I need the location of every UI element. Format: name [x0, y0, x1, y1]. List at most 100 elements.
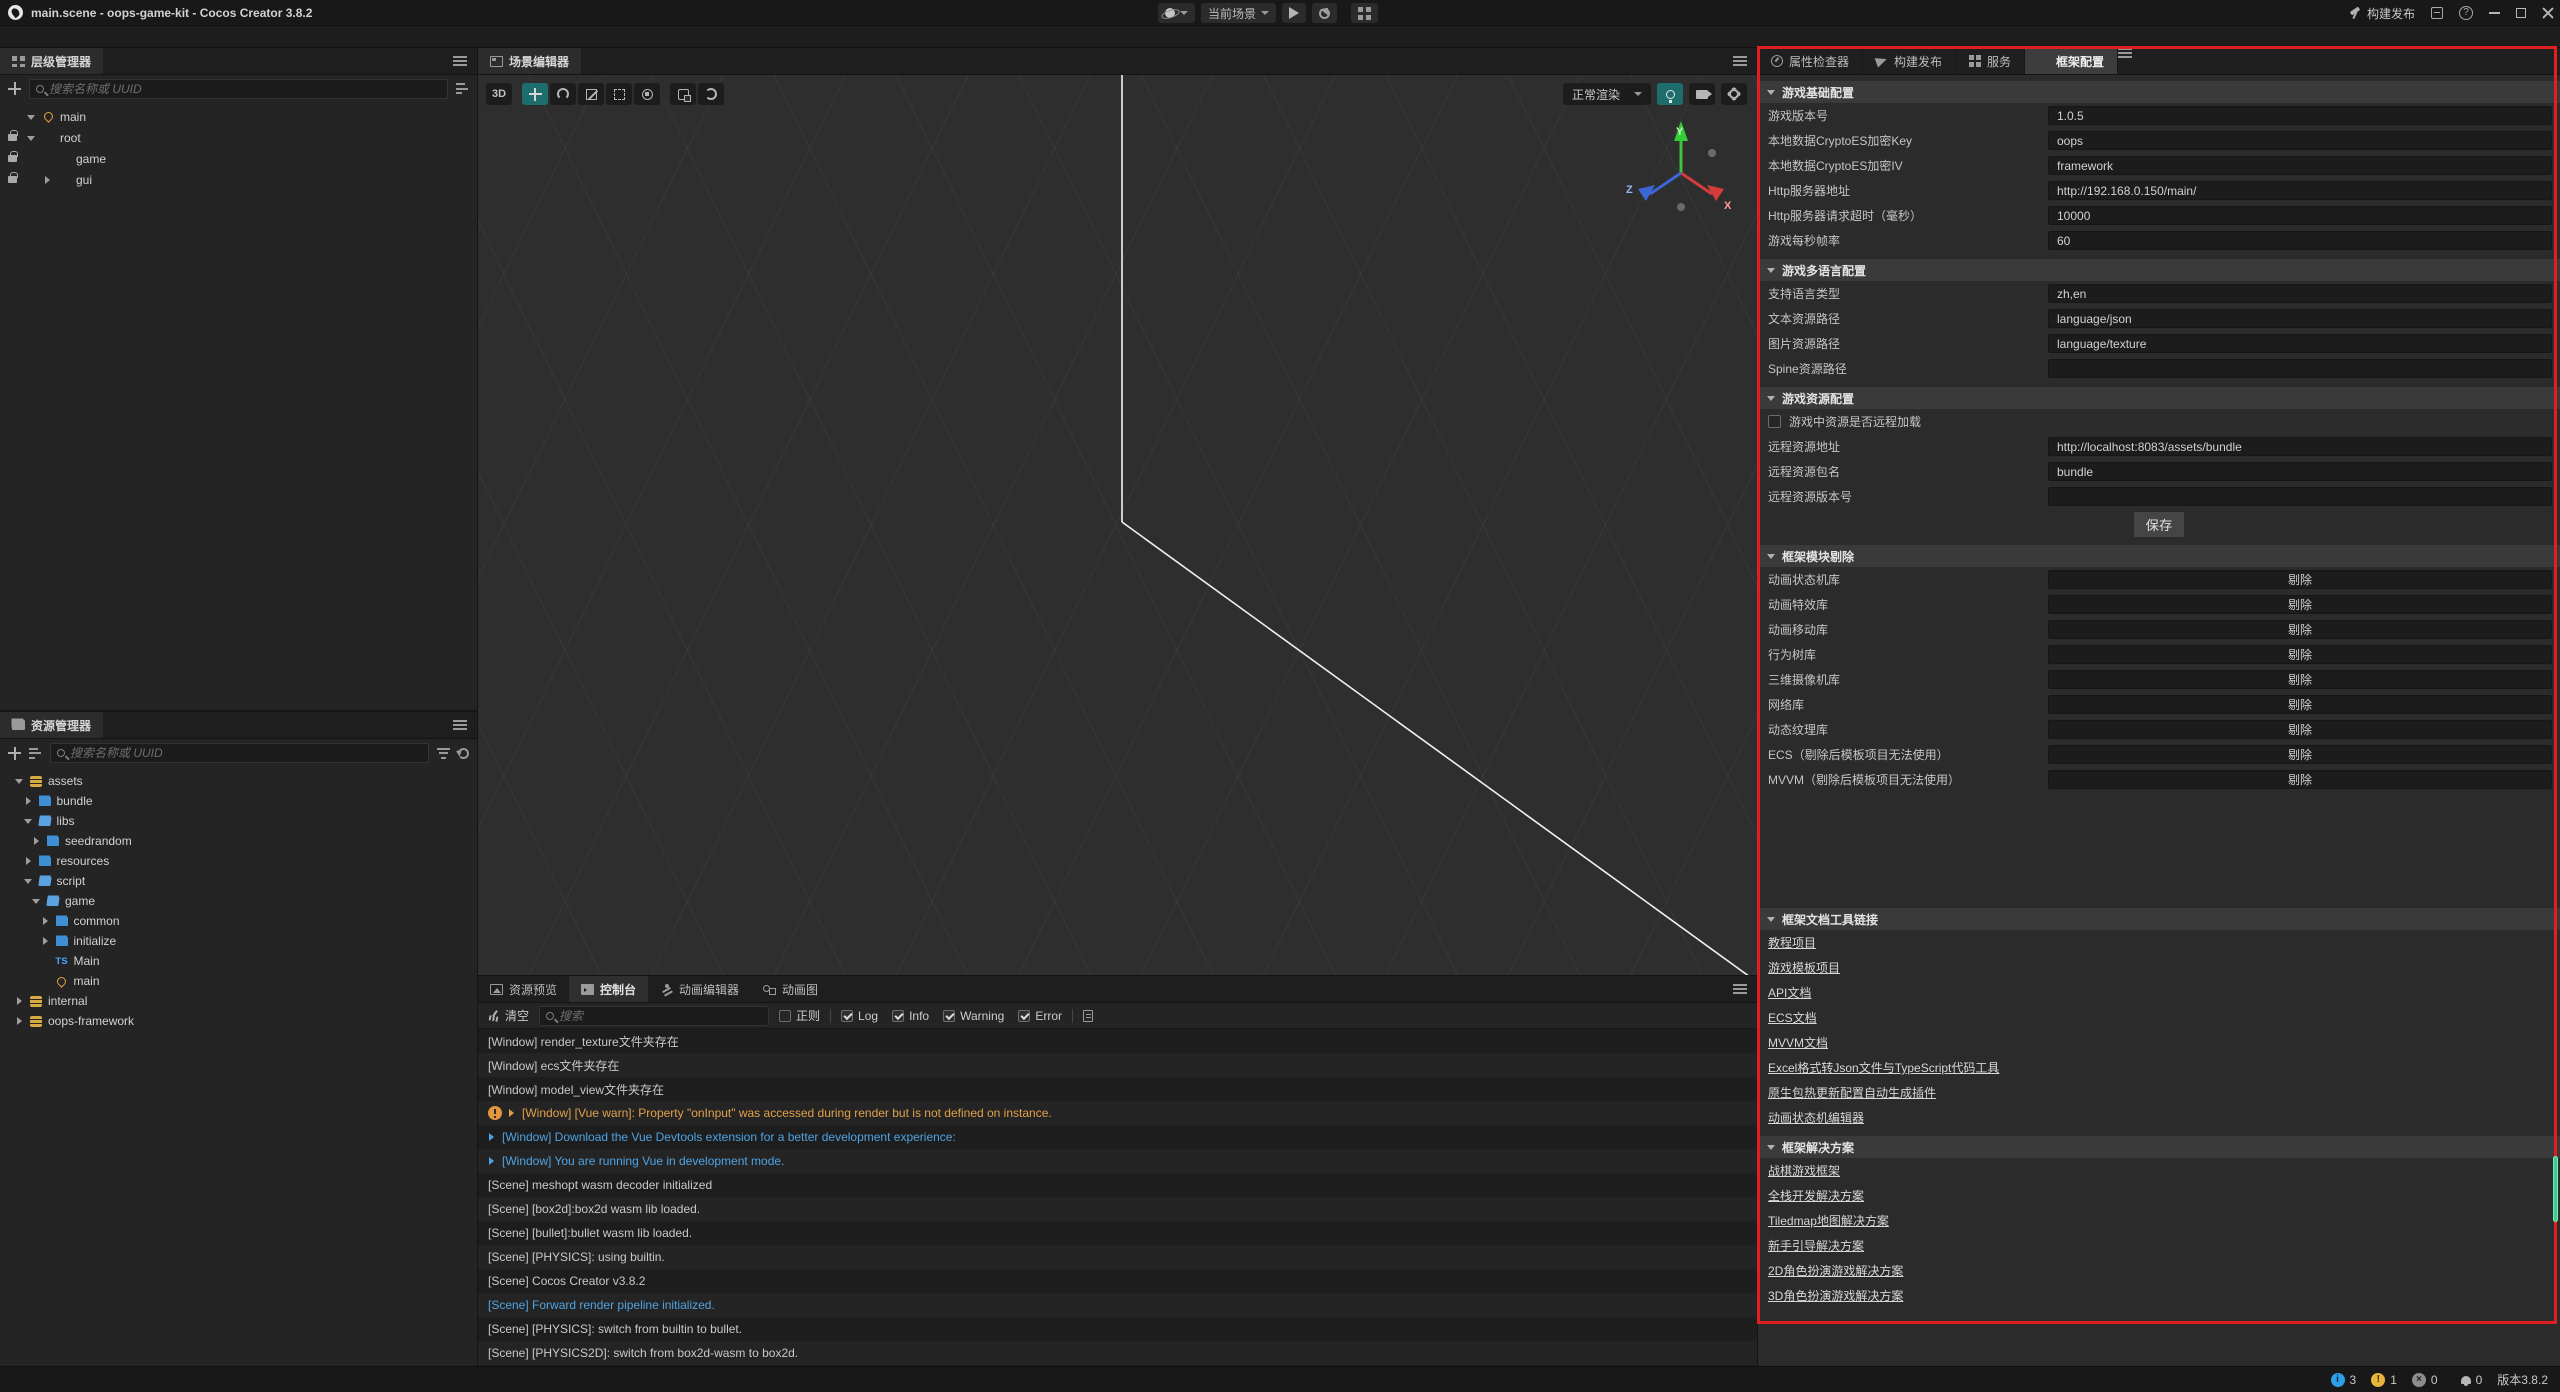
assets-searchbox[interactable] [50, 743, 429, 763]
hierarchy-tree-node[interactable]: root [0, 127, 477, 148]
hierarchy-tree-node[interactable]: game [0, 148, 477, 169]
tree-chevron-icon[interactable] [40, 936, 50, 946]
panel-menu-icon[interactable] [453, 56, 467, 66]
tree-chevron-icon[interactable] [40, 976, 50, 986]
scale-tool-button[interactable] [578, 83, 604, 105]
console-log-row[interactable]: [Scene] Cocos Creator v3.8.2 [478, 1269, 1757, 1293]
console-log-row[interactable]: [Window] render_texture文件夹存在 [478, 1029, 1757, 1053]
package-icon[interactable] [2431, 7, 2443, 19]
doc-link[interactable]: API文档 [1768, 984, 1811, 1001]
remove-module-button[interactable]: 剔除 [2048, 770, 2552, 789]
tree-chevron-icon[interactable] [23, 816, 33, 826]
restart-button[interactable] [1312, 3, 1337, 23]
console-log-row[interactable]: [Window] You are running Vue in developm… [478, 1149, 1757, 1173]
inspector-tab[interactable]: 构建发布 [1863, 48, 1956, 74]
scene-tab[interactable]: 场景编辑器 [478, 48, 581, 74]
scrollbar-thumb[interactable] [2553, 1156, 2558, 1222]
lighting-toggle-button[interactable] [1657, 83, 1683, 105]
section-resource-config[interactable]: 游戏资源配置 [1758, 387, 2560, 409]
console-log-row[interactable]: [Scene] [box2d]:box2d wasm lib loaded. [478, 1197, 1757, 1221]
warning-count[interactable]: 1 [2371, 1373, 2397, 1387]
console-log-row[interactable]: [Scene] Forward render pipeline initiali… [478, 1293, 1757, 1317]
remove-module-button[interactable]: 剔除 [2048, 570, 2552, 589]
console-tab[interactable]: 控制台 [569, 976, 648, 1002]
console-log-row[interactable]: [Window] model_view文件夹存在 [478, 1077, 1757, 1101]
console-log-row[interactable]: [Scene] [PHYSICS]: using builtin. [478, 1245, 1757, 1269]
solution-link[interactable]: 新手引导解决方案 [1768, 1237, 1864, 1254]
console-log-row[interactable]: [Scene] [PHYSICS2D]: switch from box2d-w… [478, 1341, 1757, 1365]
refresh-icon[interactable] [458, 748, 469, 759]
minimize-button[interactable] [2489, 12, 2500, 14]
remove-module-button[interactable]: 剔除 [2048, 645, 2552, 664]
tree-chevron-icon[interactable] [26, 133, 36, 143]
tree-chevron-icon[interactable] [31, 896, 41, 906]
text-field[interactable]: 10000 [2048, 206, 2552, 225]
solution-link[interactable]: 全栈开发解决方案 [1768, 1187, 1864, 1204]
rotate-tool-button[interactable] [550, 83, 576, 105]
notification-count[interactable]: 0 [2461, 1373, 2483, 1387]
log-filter-checkbox[interactable]: Error [1018, 1009, 1062, 1023]
tree-chevron-icon[interactable] [14, 776, 24, 786]
section-doc-links[interactable]: 框架文档工具链接 [1758, 908, 2560, 930]
asset-tree-node[interactable]: seedrandom [0, 831, 477, 851]
asset-tree-node[interactable]: script [0, 871, 477, 891]
tree-chevron-icon[interactable] [23, 876, 33, 886]
doc-link[interactable]: MVVM文档 [1768, 1034, 1828, 1051]
console-tab[interactable]: 动画编辑器 [648, 976, 751, 1002]
text-field[interactable]: framework [2048, 156, 2552, 175]
text-field[interactable]: zh,en [2048, 284, 2552, 303]
sort-assets-icon[interactable] [29, 748, 42, 759]
remote-load-checkbox[interactable]: 游戏中资源是否远程加载 [1758, 409, 2560, 434]
console-log-row[interactable]: [Scene] [bullet]:bullet wasm lib loaded. [478, 1221, 1757, 1245]
tree-chevron-icon[interactable] [14, 996, 24, 1006]
solution-link[interactable]: 战棋游戏框架 [1768, 1162, 1840, 1179]
console-tab[interactable]: 资源预览 [478, 976, 569, 1002]
scene-viewport[interactable]: 3D 正常渲染 Y [478, 75, 1757, 975]
text-field[interactable]: 60 [2048, 231, 2552, 250]
asset-tree-node[interactable]: resources [0, 851, 477, 871]
remove-module-button[interactable]: 剔除 [2048, 620, 2552, 639]
hierarchy-tree-node[interactable]: gui [0, 169, 477, 190]
console-search-input[interactable] [559, 1009, 762, 1023]
asset-tree-node[interactable]: initialize [0, 931, 477, 951]
remove-module-button[interactable]: 剔除 [2048, 695, 2552, 714]
console-log-row[interactable]: [Window] Download the Vue Devtools exten… [478, 1125, 1757, 1149]
doc-link[interactable]: 教程项目 [1768, 934, 1816, 951]
console-searchbox[interactable] [539, 1006, 769, 1026]
3d-toggle-button[interactable]: 3D [486, 83, 512, 105]
console-tab[interactable]: 动画图 [751, 976, 830, 1002]
inspector-tab[interactable]: 框架配置 [2025, 48, 2118, 74]
tree-chevron-icon[interactable] [31, 836, 41, 846]
tree-chevron-icon[interactable] [23, 856, 33, 866]
console-log-row[interactable]: [Window] ecs文件夹存在 [478, 1053, 1757, 1077]
preview-platform-dropdown[interactable] [1158, 3, 1195, 23]
asset-tree-node[interactable]: common [0, 911, 477, 931]
log-filter-checkbox[interactable]: Log [841, 1009, 878, 1023]
rect-tool-button[interactable] [606, 83, 632, 105]
info-count[interactable]: 3 [2331, 1373, 2357, 1387]
layout-button[interactable] [1351, 3, 1378, 23]
solution-link[interactable]: 3D角色扮演游戏解决方案 [1768, 1287, 1903, 1304]
remove-module-button[interactable]: 剔除 [2048, 595, 2552, 614]
doc-link[interactable]: 游戏模板项目 [1768, 959, 1840, 976]
console-log-row[interactable]: [Scene] [PHYSICS]: switch from builtin t… [478, 1317, 1757, 1341]
asset-tree-node[interactable]: bundle [0, 791, 477, 811]
remove-module-button[interactable]: 剔除 [2048, 745, 2552, 764]
remove-module-button[interactable]: 剔除 [2048, 720, 2552, 739]
solution-link[interactable]: Tiledmap地图解决方案 [1768, 1212, 1889, 1229]
render-mode-dropdown[interactable]: 正常渲染 [1563, 83, 1651, 105]
asset-tree-node[interactable]: oops-framework [0, 1011, 477, 1031]
panel-menu-icon[interactable] [2118, 48, 2132, 58]
text-field[interactable]: http://localhost:8083/assets/bundle [2048, 437, 2552, 456]
asset-tree-node[interactable]: libs [0, 811, 477, 831]
tree-chevron-icon[interactable] [42, 154, 52, 164]
doc-link[interactable]: ECS文档 [1768, 1009, 1817, 1026]
text-field[interactable]: bundle [2048, 462, 2552, 481]
assets-search-input[interactable] [70, 746, 422, 760]
camera-settings-button[interactable] [1689, 83, 1715, 105]
expand-arrow-icon[interactable] [488, 1133, 496, 1141]
hierarchy-tab[interactable]: 层级管理器 [0, 48, 103, 74]
section-module-trim[interactable]: 框架模块剔除 [1758, 545, 2560, 567]
doc-link[interactable]: 原生包热更新配置自动生成插件 [1768, 1084, 1936, 1101]
section-basic-config[interactable]: 游戏基础配置 [1758, 81, 2560, 103]
